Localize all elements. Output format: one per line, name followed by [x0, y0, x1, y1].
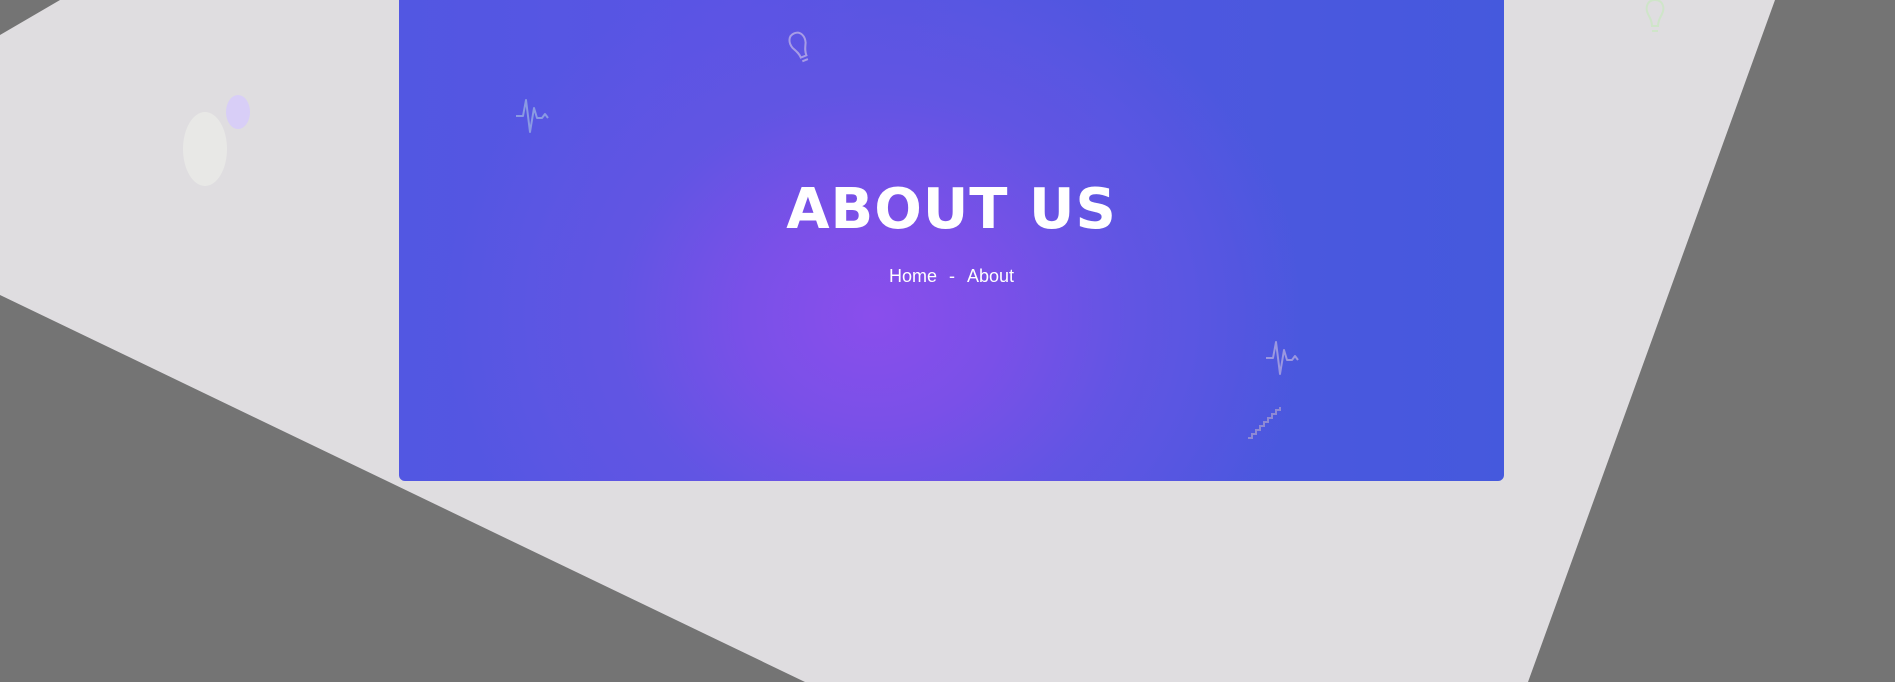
pulse-icon [1266, 341, 1299, 375]
breadcrumb: Home - About [399, 263, 1504, 289]
breadcrumb-current: About [966, 266, 1015, 286]
ladder-icon [1248, 407, 1281, 439]
breadcrumb-separator: - [948, 266, 955, 286]
pulse-icon [516, 99, 549, 133]
ellipse-icon [183, 112, 227, 186]
page-title: ABOUT US [786, 177, 1117, 242]
hero-banner: ABOUT US Home - About [399, 0, 1504, 481]
ellipse-icon [226, 95, 250, 129]
lightbulb-icon [788, 31, 809, 63]
breadcrumb-home-link[interactable]: Home [889, 266, 937, 286]
lightbulb-icon [1645, 0, 1665, 32]
